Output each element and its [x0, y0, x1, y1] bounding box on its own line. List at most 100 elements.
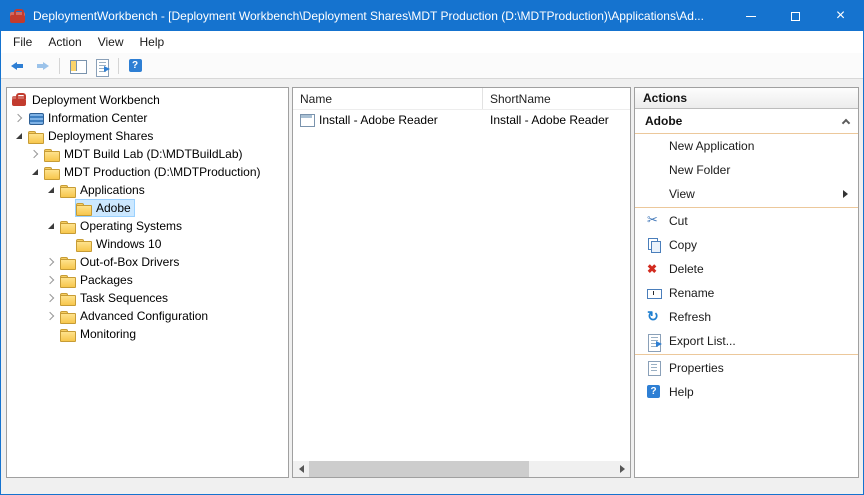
console-tree-pane: Deployment Workbench Information Center …	[6, 87, 289, 478]
menu-help[interactable]: Help	[132, 32, 173, 52]
close-button[interactable]	[818, 1, 863, 31]
tree-expander-icon[interactable]	[11, 127, 27, 145]
information-center-icon	[28, 111, 44, 125]
collapse-group-icon[interactable]	[842, 118, 850, 126]
tree-item-deployment-workbench[interactable]: Deployment Workbench	[7, 91, 288, 109]
export-list-button[interactable]	[90, 55, 113, 77]
tree-item-label: Adobe	[96, 199, 131, 217]
tree-item-operating-systems[interactable]: Operating Systems	[7, 217, 288, 235]
close-icon	[836, 7, 845, 25]
tree-expander-icon[interactable]	[27, 163, 43, 181]
actions-pane-title: Actions	[635, 88, 858, 109]
action-new-application[interactable]: New Application	[635, 134, 858, 158]
minimize-icon	[746, 16, 756, 17]
tree-item-deployment-shares[interactable]: Deployment Shares	[7, 127, 288, 145]
tree-expander-icon[interactable]	[43, 307, 59, 325]
tree-expander-icon[interactable]	[59, 235, 75, 253]
folder-icon	[60, 327, 76, 341]
cell-name: Install - Adobe Reader	[319, 113, 438, 127]
tree-item-windows-10[interactable]: Windows 10	[7, 235, 288, 253]
action-label: Help	[669, 385, 694, 399]
content-area: Deployment Workbench Information Center …	[1, 80, 863, 494]
tree-item-label: Out-of-Box Drivers	[80, 253, 179, 271]
tree-item-mdt-production[interactable]: MDT Production (D:\MDTProduction)	[7, 163, 288, 181]
tree-item-task-sequences[interactable]: Task Sequences	[7, 289, 288, 307]
folder-icon	[60, 291, 76, 305]
action-label: Refresh	[669, 310, 711, 324]
action-label: Properties	[669, 361, 724, 375]
window-title: DeploymentWorkbench - [Deployment Workbe…	[33, 9, 728, 23]
tree-expander-icon[interactable]	[43, 217, 59, 235]
actions-separator	[635, 207, 858, 208]
tree-expander-icon[interactable]	[43, 325, 59, 343]
delete-icon	[647, 262, 661, 276]
tree-item-applications[interactable]: Applications	[7, 181, 288, 199]
tree-item-label: Applications	[80, 181, 145, 199]
tree-item-label: MDT Production (D:\MDTProduction)	[64, 163, 261, 181]
action-delete[interactable]: Delete	[635, 257, 858, 281]
selected-tree-node[interactable]: Adobe	[75, 199, 135, 217]
help-button[interactable]	[124, 55, 147, 77]
action-cut[interactable]: Cut	[635, 209, 858, 233]
action-view[interactable]: View	[635, 182, 858, 206]
tree-item-information-center[interactable]: Information Center	[7, 109, 288, 127]
tree-expander-icon[interactable]	[43, 181, 59, 199]
list-header: Name ShortName	[293, 88, 630, 110]
action-refresh[interactable]: Refresh	[635, 305, 858, 329]
toolbar-separator	[59, 58, 60, 74]
list-row-install-adobe-reader[interactable]: Install - Adobe Reader Install - Adobe R…	[293, 110, 630, 130]
tree-expander-icon[interactable]	[59, 199, 75, 217]
action-label: Cut	[669, 214, 688, 228]
menu-view[interactable]: View	[90, 32, 132, 52]
properties-icon	[647, 361, 661, 375]
scroll-right-button[interactable]	[614, 461, 630, 477]
copy-icon	[647, 238, 661, 252]
workbench-icon	[12, 93, 28, 107]
tree-item-packages[interactable]: Packages	[7, 271, 288, 289]
application-icon	[300, 113, 314, 127]
horizontal-scrollbar[interactable]	[293, 461, 630, 477]
scrollbar-track[interactable]	[309, 461, 614, 477]
tree-expander-icon[interactable]	[27, 145, 43, 163]
back-icon	[11, 59, 25, 73]
back-button[interactable]	[6, 55, 29, 77]
actions-group-adobe[interactable]: Adobe	[635, 109, 858, 134]
column-label: Name	[300, 92, 332, 106]
action-new-folder[interactable]: New Folder	[635, 158, 858, 182]
tree-item-adobe[interactable]: Adobe	[7, 199, 288, 217]
tree-expander-icon[interactable]	[43, 289, 59, 307]
action-copy[interactable]: Copy	[635, 233, 858, 257]
tree-expander-icon[interactable]	[43, 271, 59, 289]
tree-item-label: Windows 10	[96, 235, 161, 253]
tree-item-advanced-configuration[interactable]: Advanced Configuration	[7, 307, 288, 325]
tree-item-out-of-box-drivers[interactable]: Out-of-Box Drivers	[7, 253, 288, 271]
help-icon	[647, 385, 661, 399]
action-label: Copy	[669, 238, 697, 252]
tree-item-mdt-build-lab[interactable]: MDT Build Lab (D:\MDTBuildLab)	[7, 145, 288, 163]
menu-file[interactable]: File	[5, 32, 40, 52]
tree-item-label: Monitoring	[80, 325, 136, 343]
column-header-name[interactable]: Name	[293, 88, 483, 109]
tree-expander-icon[interactable]	[43, 253, 59, 271]
menu-action[interactable]: Action	[40, 32, 89, 52]
action-export-list[interactable]: Export List...	[635, 329, 858, 353]
app-icon	[10, 9, 26, 23]
action-label: View	[669, 187, 695, 201]
column-label: ShortName	[490, 92, 551, 106]
column-header-shortname[interactable]: ShortName	[483, 88, 631, 109]
scrollbar-thumb[interactable]	[309, 461, 529, 477]
maximize-icon	[791, 12, 800, 21]
action-properties[interactable]: Properties	[635, 356, 858, 380]
forward-icon	[36, 59, 50, 73]
actions-group-label: Adobe	[645, 114, 682, 128]
action-rename[interactable]: Rename	[635, 281, 858, 305]
show-hide-console-tree-button[interactable]	[65, 55, 88, 77]
maximize-button[interactable]	[773, 1, 818, 31]
action-help[interactable]: Help	[635, 380, 858, 404]
forward-button[interactable]	[31, 55, 54, 77]
tree-expander-icon[interactable]	[11, 109, 27, 127]
toolbar-separator	[118, 58, 119, 74]
minimize-button[interactable]	[728, 1, 773, 31]
tree-item-monitoring[interactable]: Monitoring	[7, 325, 288, 343]
scroll-left-button[interactable]	[293, 461, 309, 477]
